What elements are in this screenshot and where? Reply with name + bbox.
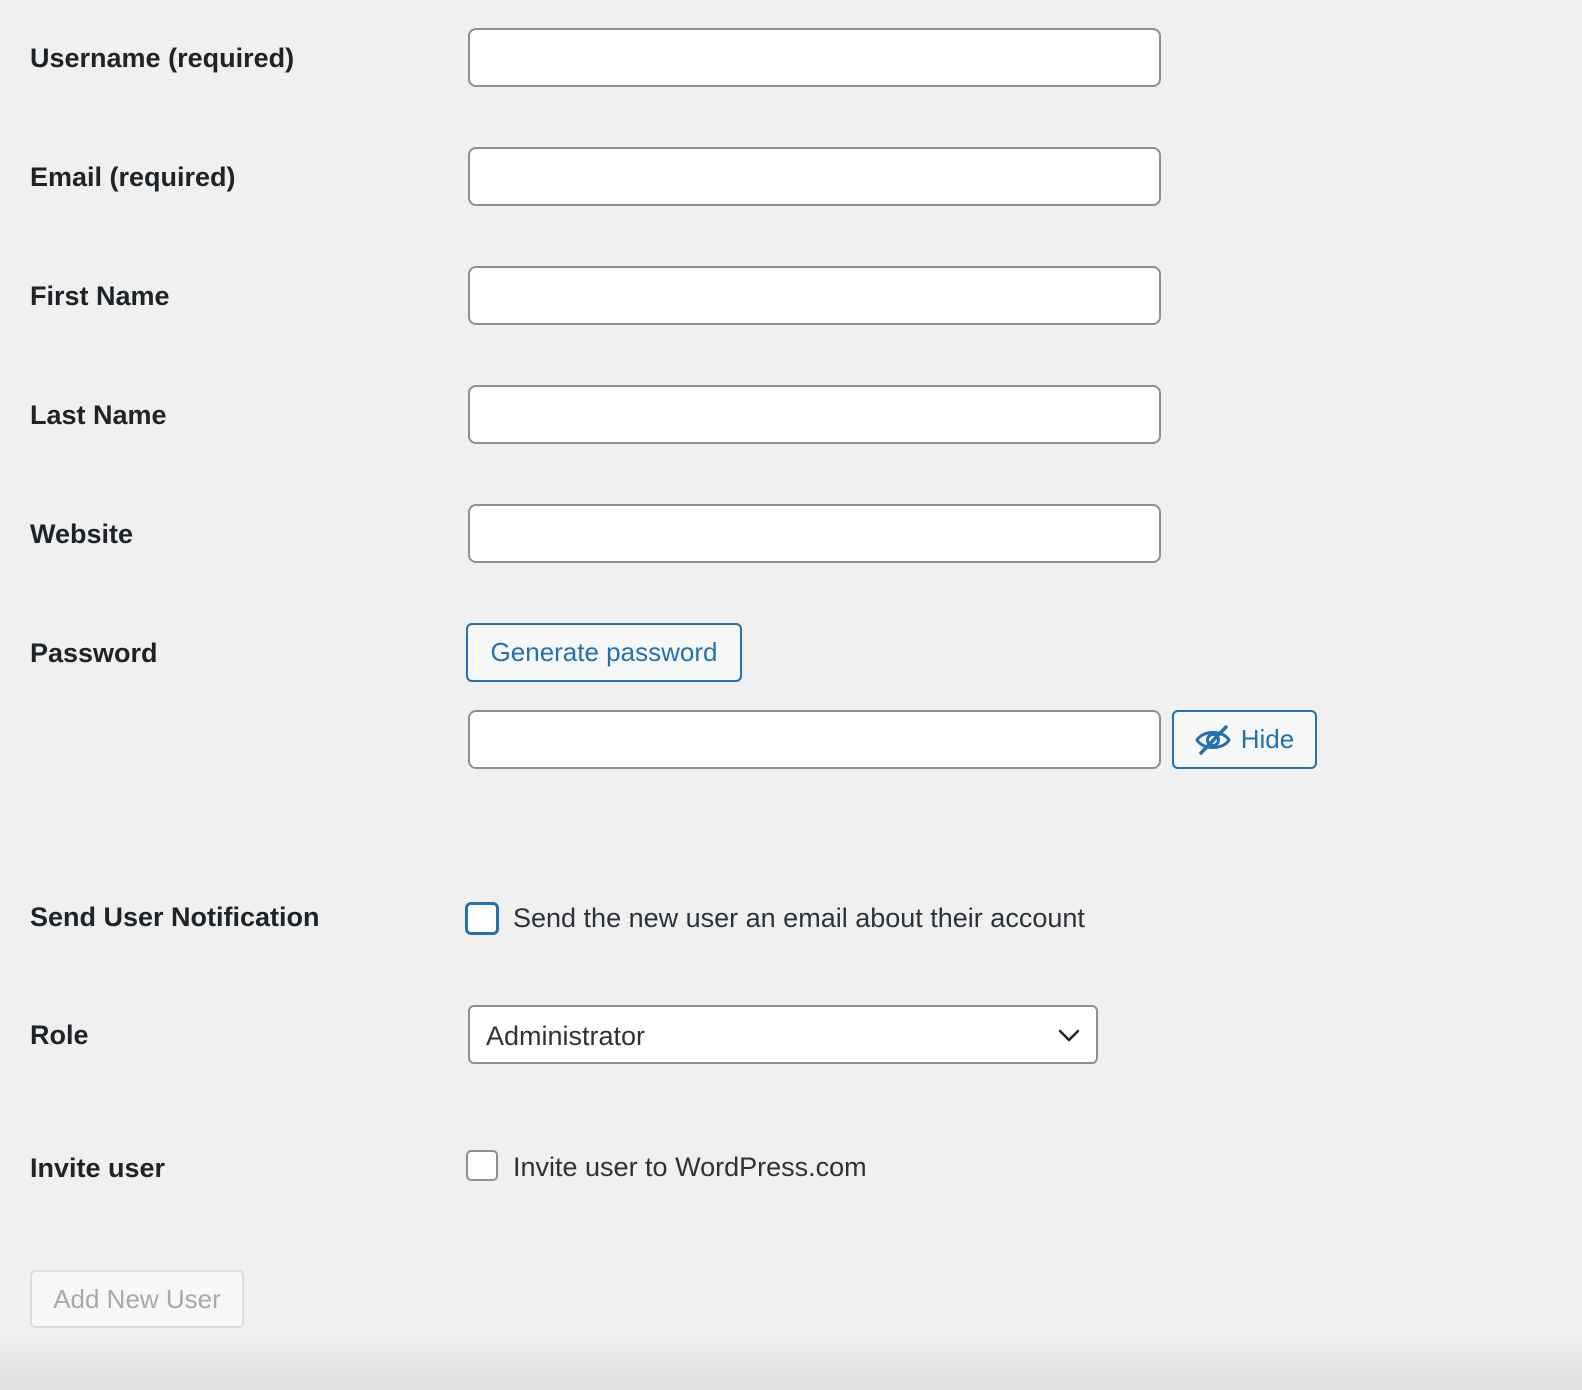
role-label: Role [30, 1020, 89, 1050]
username-input[interactable] [468, 28, 1161, 87]
eye-slash-icon [1194, 724, 1231, 755]
notification-checkbox[interactable] [465, 902, 499, 935]
invite-label: Invite user [30, 1153, 166, 1183]
notification-checkbox-label[interactable]: Send the new user an email about their a… [513, 902, 1085, 934]
invite-checkbox-label[interactable]: Invite user to WordPress.com [513, 1151, 867, 1183]
website-label: Website [30, 519, 134, 549]
username-label: Username (required) [30, 43, 295, 73]
add-new-user-button[interactable]: Add New User [30, 1270, 244, 1328]
last-name-label: Last Name [30, 400, 167, 430]
bottom-shadow [0, 1330, 1582, 1390]
invite-checkbox[interactable] [466, 1150, 498, 1181]
role-select-value: Administrator [486, 1021, 646, 1051]
email-label: Email (required) [30, 162, 236, 192]
hide-password-button[interactable]: Hide [1172, 710, 1317, 769]
role-select[interactable]: Administrator [468, 1005, 1098, 1064]
notification-label: Send User Notification [30, 902, 320, 932]
last-name-input[interactable] [468, 385, 1161, 444]
chevron-down-icon [1058, 1026, 1080, 1044]
add-new-user-label: Add New User [53, 1283, 221, 1314]
first-name-label: First Name [30, 281, 170, 311]
password-input[interactable] [468, 710, 1161, 769]
first-name-input[interactable] [468, 266, 1161, 325]
password-label: Password [30, 638, 158, 668]
email-input[interactable] [468, 147, 1161, 206]
website-input[interactable] [468, 504, 1161, 563]
generate-password-label: Generate password [490, 637, 718, 667]
hide-password-label: Hide [1240, 724, 1295, 754]
generate-password-button[interactable]: Generate password [466, 623, 742, 682]
